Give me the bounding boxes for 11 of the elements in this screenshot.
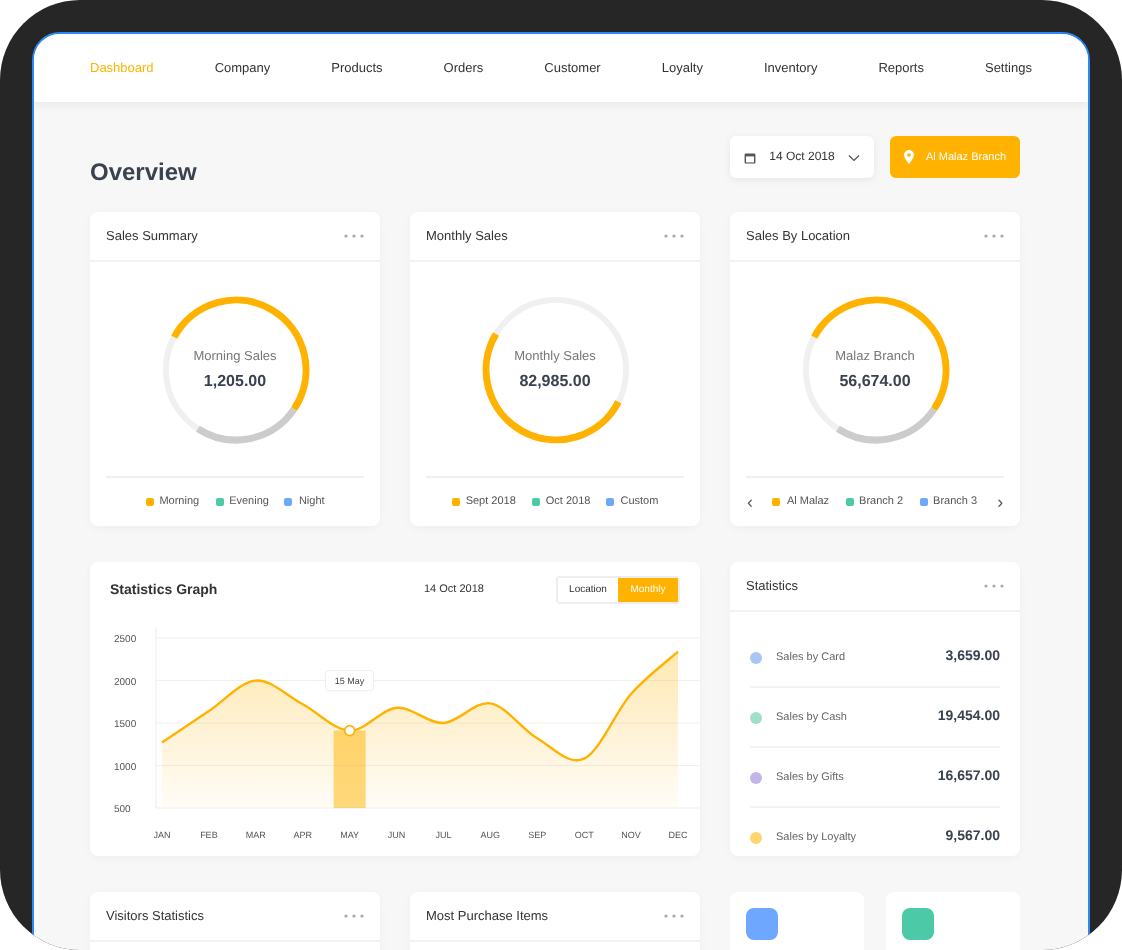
next-button[interactable]: › <box>993 493 1008 511</box>
gauge-value: 82,985.00 <box>519 371 591 389</box>
chevron-down-icon <box>848 153 860 161</box>
highlight-bar <box>333 730 366 808</box>
gauge-value: 1,205.00 <box>203 371 267 389</box>
previous-button[interactable]: ‹ <box>742 493 757 511</box>
location-pin-icon <box>904 150 914 164</box>
point-marker <box>343 724 356 737</box>
gauge-value: 56,674.00 <box>839 371 911 389</box>
calendar-icon <box>744 151 756 163</box>
page-title: Overview <box>90 157 199 185</box>
